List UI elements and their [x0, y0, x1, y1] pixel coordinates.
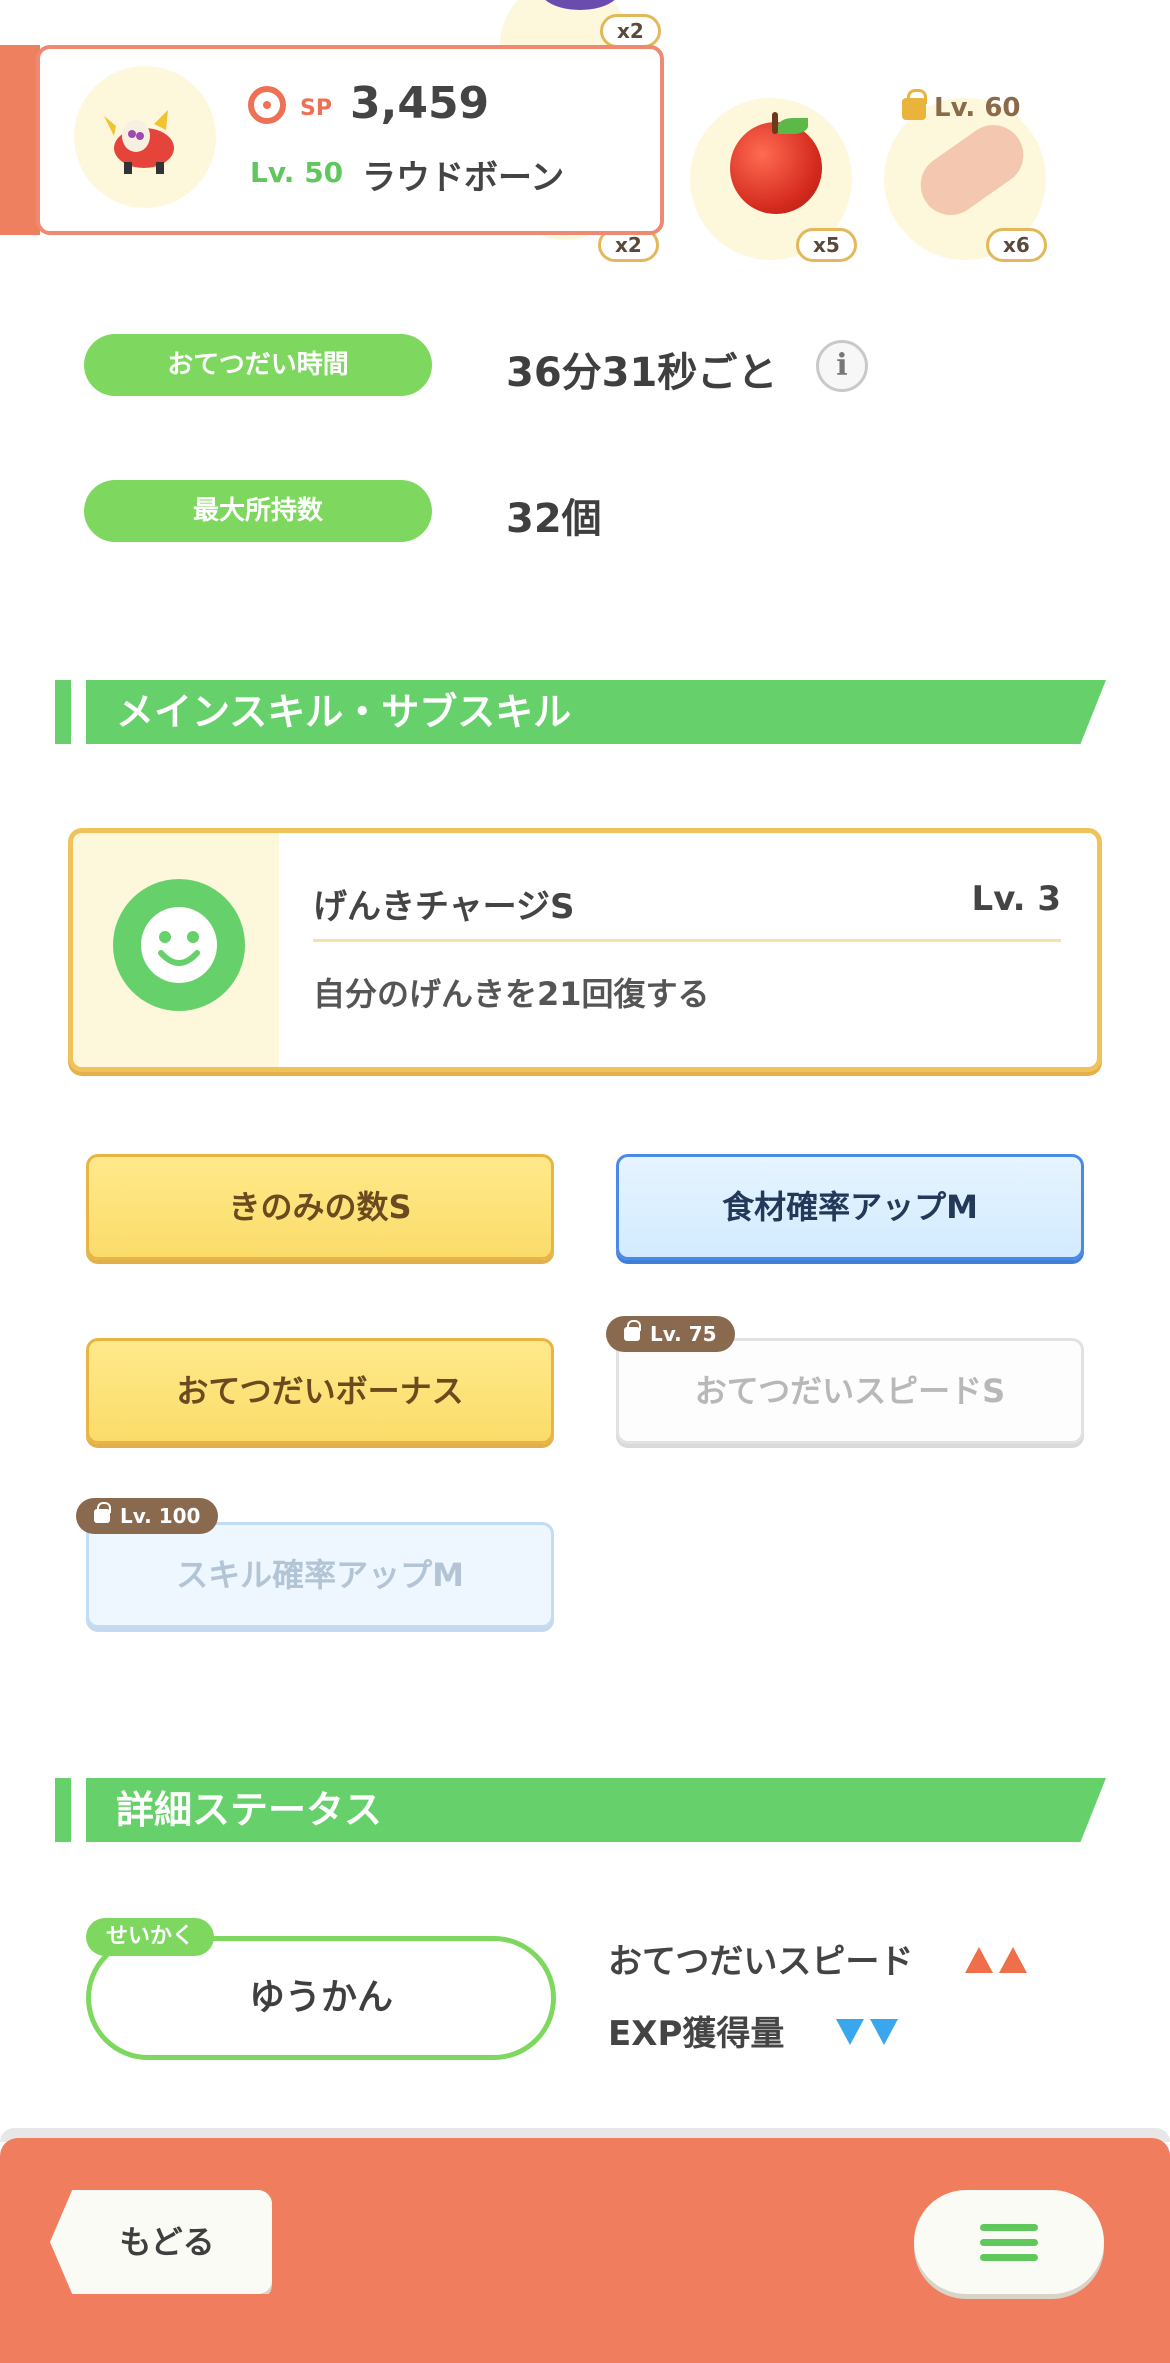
main-skill-divider [313, 939, 1061, 942]
hamburger-menu-icon [980, 2254, 1038, 2261]
ingredient-count-badge: x6 [986, 228, 1047, 262]
pokemon-sprite-icon [104, 110, 174, 174]
ingredient-lock-label: Lv. 60 [902, 88, 1021, 123]
sub-skill-button-locked[interactable]: おてつだいスピードS [616, 1338, 1084, 1444]
main-skill-level: Lv. 3 [971, 879, 1061, 919]
help-time-value: 36分31秒ごと [506, 350, 778, 396]
section-title-status: 詳細ステータス [116, 1788, 383, 1832]
section-title-skills: メインスキル・サブスキル [116, 690, 572, 734]
main-skill-card[interactable]: げんきチャージS Lv. 3 自分のげんきを21回復する [68, 828, 1102, 1072]
header-accent-strip [0, 45, 40, 235]
max-carry-value: 32個 [506, 496, 602, 542]
triangle-up-icon [999, 1947, 1028, 1973]
main-skill-name: げんきチャージS [313, 887, 575, 927]
pokemon-name: ラウドボーン [362, 158, 565, 198]
sub-skill-button[interactable]: きのみの数S [86, 1154, 554, 1260]
hamburger-menu-icon [980, 2224, 1038, 2231]
sub-skill-lock-tag: Lv. 75 [606, 1316, 735, 1352]
pokemon-level: Lv. 50 [250, 156, 344, 189]
smiley-face-icon [113, 879, 245, 1011]
stat-up-arrows [965, 1942, 1033, 1982]
pokemon-avatar [74, 66, 216, 208]
lock-icon [94, 1501, 111, 1523]
sp-label: SP [300, 96, 332, 121]
smiley-face-icon [141, 907, 217, 983]
nature-down-stat: EXP獲得量 [608, 2006, 904, 2055]
main-skill-description: 自分のげんきを21回復する [313, 975, 710, 1013]
max-carry-label: 最大所持数 [84, 480, 432, 542]
sub-skill-button-locked[interactable]: スキル確率アップM [86, 1522, 554, 1628]
main-skill-icon-panel [73, 833, 279, 1067]
lock-icon [902, 88, 927, 120]
apple-icon [730, 122, 822, 214]
stat-down-arrows [836, 2014, 904, 2054]
sp-value: 3,459 [350, 78, 490, 129]
sub-skill-lock-tag: Lv. 100 [76, 1498, 219, 1534]
triangle-up-icon [965, 1947, 994, 1973]
menu-button[interactable] [914, 2190, 1104, 2294]
sp-icon [248, 86, 286, 124]
apple-leaf [778, 118, 808, 134]
lock-icon [624, 1319, 641, 1341]
section-accent [55, 1778, 71, 1842]
help-time-label: おてつだい時間 [84, 334, 432, 396]
section-accent [55, 680, 71, 744]
hamburger-menu-icon [980, 2239, 1038, 2246]
triangle-down-icon [836, 2019, 865, 2045]
ingredient-count-badge: x2 [600, 14, 661, 48]
info-icon[interactable]: i [816, 340, 868, 392]
triangle-down-icon [870, 2019, 899, 2045]
back-button[interactable]: もどる [50, 2190, 272, 2294]
ingredient-count-badge: x5 [796, 228, 857, 262]
nature-up-stat: おてつだいスピード [608, 1934, 1033, 1983]
sub-skill-button[interactable]: おてつだいボーナス [86, 1338, 554, 1444]
sub-skill-button[interactable]: 食材確率アップM [616, 1154, 1084, 1260]
nature-tag: せいかく [86, 1918, 215, 1956]
